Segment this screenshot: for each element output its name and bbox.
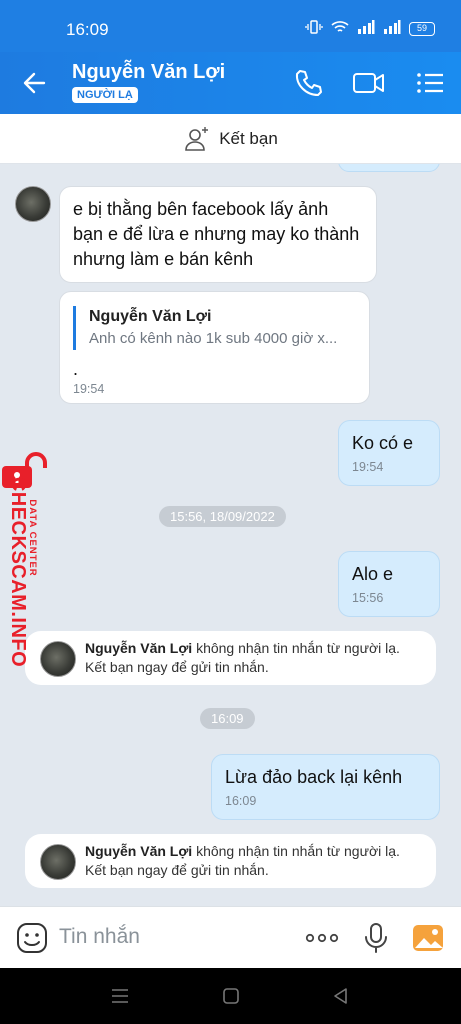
video-call-button[interactable]: [352, 67, 384, 99]
watermark: CHECKSCAM.INFO DATA CENTER: [2, 452, 52, 677]
message-bubble-outgoing[interactable]: Lừa đảo back lại kênh 16:09: [211, 754, 440, 820]
list-icon: [417, 73, 443, 93]
square-icon: [223, 988, 239, 1004]
gallery-button[interactable]: [411, 921, 445, 955]
date-separator: 15:56, 18/09/2022: [159, 506, 286, 527]
chat-header: Nguyễn Văn Lợi NGƯỜI LẠ: [0, 52, 461, 114]
home-nav-button[interactable]: [221, 986, 241, 1011]
status-bar: 16:09 59: [0, 0, 461, 52]
wifi-icon: [331, 20, 349, 37]
emoji-icon: [17, 923, 47, 953]
menu-button[interactable]: [414, 67, 446, 99]
message-bubble-outgoing[interactable]: Alo e 15:56: [338, 551, 440, 617]
battery-indicator: 59: [409, 21, 435, 36]
signal-icon: [357, 20, 375, 37]
message-bubble-outgoing[interactable]: Ko có e 19:54: [338, 420, 440, 486]
message-bubble-incoming[interactable]: e bị thằng bên facebook lấy ảnh bạn e để…: [59, 186, 377, 283]
emoji-button[interactable]: [15, 921, 49, 955]
message-time: 19:54: [73, 382, 105, 396]
status-icons: 59: [305, 20, 435, 37]
message-bubble-partial: [338, 164, 440, 172]
message-text: Lừa đảo back lại kênh: [225, 767, 403, 787]
system-nav-bar: [0, 968, 461, 1024]
composer-bar: Tin nhắn: [0, 906, 461, 968]
phone-icon: [295, 70, 322, 96]
avatar: [40, 844, 76, 880]
date-separator: 16:09: [200, 708, 255, 729]
image-icon: [413, 925, 443, 951]
signal-icon-2: [383, 20, 401, 37]
status-time: 16:09: [66, 20, 109, 39]
message-time: 15:56: [352, 591, 384, 605]
stranger-notice: Nguyễn Văn Lợi không nhận tin nhắn từ ng…: [25, 631, 436, 685]
back-button[interactable]: [20, 68, 50, 98]
quoted-message[interactable]: Nguyễn Văn Lợi Anh có kênh nào 1k sub 40…: [73, 306, 356, 350]
call-button[interactable]: [292, 67, 324, 99]
menu-nav-button[interactable]: [110, 986, 130, 1011]
vibrate-icon: [305, 20, 323, 37]
message-list[interactable]: e bị thằng bên facebook lấy ảnh bạn e để…: [0, 164, 461, 906]
triangle-back-icon: [334, 988, 347, 1004]
voice-button[interactable]: [359, 921, 393, 955]
arrow-left-icon: [23, 72, 46, 94]
more-icon: [305, 933, 339, 943]
contact-name[interactable]: Nguyễn Văn Lợi: [72, 61, 225, 84]
quote-author: Nguyễn Văn Lợi: [89, 308, 212, 325]
message-text: Alo e: [352, 564, 394, 584]
message-time: 16:09: [225, 794, 257, 808]
notice-name: Nguyễn Văn Lợi: [85, 640, 193, 656]
message-text: Ko có e: [352, 433, 414, 453]
hamburger-icon: [112, 989, 128, 1003]
message-bubble-reply[interactable]: Nguyễn Văn Lợi Anh có kênh nào 1k sub 40…: [59, 291, 370, 404]
back-nav-button[interactable]: [331, 986, 351, 1011]
message-text: .: [73, 359, 79, 379]
stranger-badge: NGƯỜI LẠ: [72, 87, 138, 103]
avatar[interactable]: [15, 186, 51, 222]
add-friend-button[interactable]: Kết bạn: [0, 114, 461, 164]
message-time: 19:54: [352, 460, 384, 474]
watermark-subtitle: DATA CENTER: [27, 499, 38, 577]
message-input[interactable]: Tin nhắn: [59, 925, 140, 949]
add-user-icon: [185, 126, 209, 151]
stranger-notice: Nguyễn Văn Lợi không nhận tin nhắn từ ng…: [25, 834, 436, 888]
microphone-icon: [365, 923, 387, 953]
more-button[interactable]: [304, 921, 339, 955]
quote-text: Anh có kênh nào 1k sub 4000 giờ x...: [89, 330, 338, 347]
add-friend-label: Kết bạn: [219, 128, 278, 148]
message-text: e bị thằng bên facebook lấy ảnh bạn e để…: [73, 199, 360, 269]
video-icon: [353, 73, 384, 93]
notice-name: Nguyễn Văn Lợi: [85, 843, 193, 859]
